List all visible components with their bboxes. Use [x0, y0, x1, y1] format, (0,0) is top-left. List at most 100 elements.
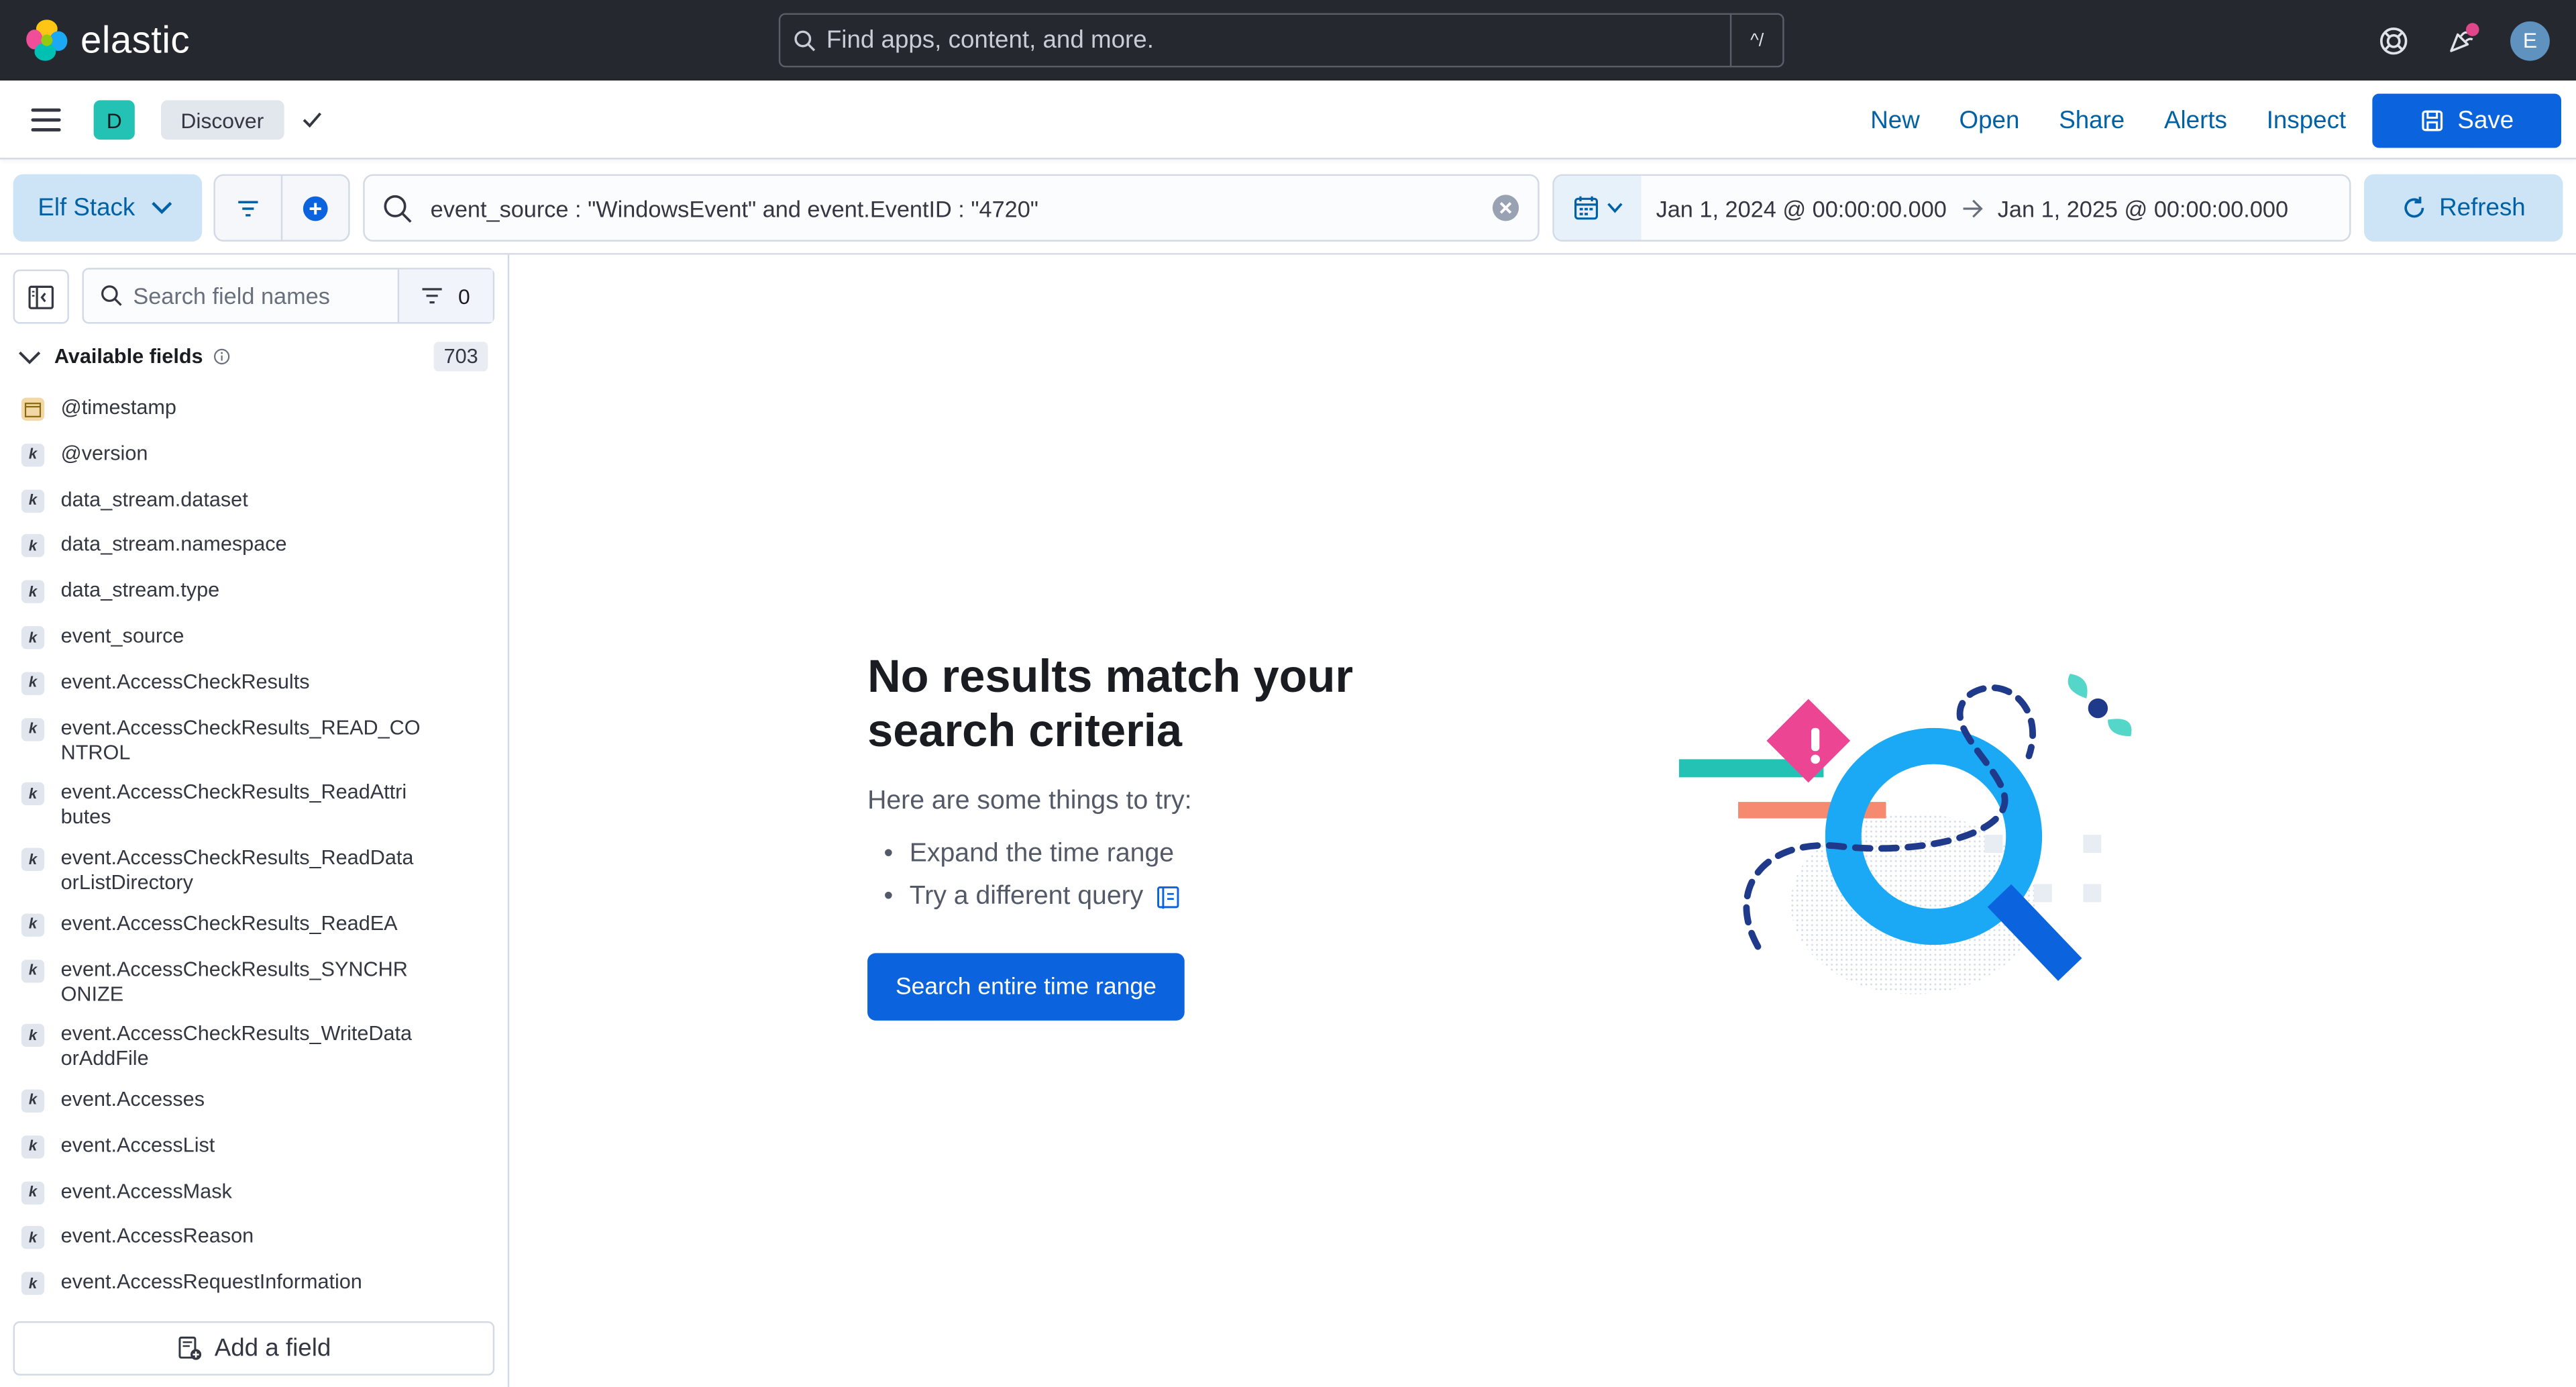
chevron-down-icon: [152, 201, 172, 215]
elastic-logo[interactable]: elastic: [26, 18, 190, 62]
field-name-line: orListDirectory: [60, 870, 193, 894]
keyword-type-icon: k: [21, 534, 45, 558]
field-sidebar: Search field names 0 Available fields 70…: [0, 254, 510, 1387]
breadcrumb[interactable]: Discover: [161, 100, 284, 140]
notification-dot: [2465, 22, 2479, 36]
field-name-line: orAddFile: [60, 1047, 149, 1070]
field-list-item[interactable]: k event.AccessCheckResults_ReadAttri butes: [0, 776, 493, 841]
add-field-button[interactable]: Add a field: [13, 1321, 495, 1376]
field-list-item[interactable]: k event.AccessList: [0, 1129, 493, 1174]
field-name-line: event.AccessCheckResults_SYNCHR: [60, 957, 408, 980]
inspect-link[interactable]: Inspect: [2267, 106, 2346, 134]
menu-icon[interactable]: [31, 108, 61, 132]
app-bar: D Discover New Open Share Alerts Inspect…: [0, 81, 2576, 160]
field-list-item[interactable]: k @version: [0, 437, 493, 482]
search-entire-range-button[interactable]: Search entire time range: [867, 953, 1185, 1021]
query-text: event_source : "WindowsEvent" and event.…: [430, 195, 1038, 221]
keyword-type-icon: k: [21, 626, 45, 650]
field-list-item[interactable]: k event.AccessCheckResults_ReadData orList…: [0, 841, 493, 907]
suggestion-item: Expand the time range: [884, 833, 1180, 876]
global-header: elastic Find apps, content, and more. ^/…: [0, 0, 2576, 81]
search-icon: [794, 30, 816, 51]
add-field-icon: [178, 1336, 201, 1360]
keyword-type-icon: k: [21, 1272, 45, 1296]
query-bar: Elf Stack event_source : "WindowsEvent" …: [0, 160, 2576, 255]
field-list-item[interactable]: k event_source: [0, 619, 493, 665]
open-link[interactable]: Open: [1960, 106, 2020, 134]
search-icon: [101, 285, 122, 306]
field-list-item[interactable]: @timestamp: [0, 391, 493, 437]
end-date[interactable]: Jan 1, 2025 @ 00:00:00.000: [1998, 195, 2288, 221]
brand-name: elastic: [80, 17, 191, 61]
save-button[interactable]: Save: [2372, 93, 2561, 148]
checkmark-icon: [303, 112, 322, 128]
start-date[interactable]: Jan 1, 2024 @ 00:00:00.000: [1656, 195, 1947, 221]
field-search-input[interactable]: Search field names 0: [82, 268, 495, 324]
help-icon[interactable]: [2375, 22, 2412, 58]
available-fields-header[interactable]: Available fields 703: [18, 340, 494, 373]
field-list-item[interactable]: k event.AccessCheckResults_WriteData orAdd…: [0, 1017, 493, 1082]
field-name: @timestamp: [60, 396, 176, 419]
keyword-type-icon: k: [21, 1180, 45, 1204]
field-name: data_stream.type: [60, 578, 220, 602]
add-field-label: Add a field: [214, 1334, 331, 1363]
date-type-icon: [21, 397, 45, 421]
keyword-type-icon: k: [21, 847, 45, 871]
keyword-type-icon: k: [21, 1024, 45, 1047]
field-list-item[interactable]: k data_stream.namespace: [0, 528, 493, 574]
global-search-input[interactable]: Find apps, content, and more. ^/: [778, 13, 1784, 68]
refresh-button[interactable]: Refresh: [2364, 174, 2563, 242]
field-name-line: event.AccessCheckResults_ReadData: [60, 846, 414, 870]
empty-state-title: No results match your search criteria: [867, 650, 1354, 756]
keyword-type-icon: k: [21, 717, 45, 741]
keyword-type-icon: k: [21, 672, 45, 695]
field-list-item[interactable]: k data_stream.dataset: [0, 482, 493, 528]
field-list-item[interactable]: k event.Accesses: [0, 1083, 493, 1129]
clear-icon[interactable]: [1492, 194, 1520, 222]
alerts-link[interactable]: Alerts: [2164, 106, 2227, 134]
space-avatar[interactable]: D: [93, 100, 135, 140]
field-name: data_stream.dataset: [60, 487, 248, 511]
field-list-item[interactable]: k event.AccessMask: [0, 1174, 493, 1220]
chevron-down-icon: [19, 350, 41, 364]
field-name: @version: [60, 442, 148, 465]
keyword-type-icon: k: [21, 782, 45, 806]
field-list-item[interactable]: k event.AccessReason: [0, 1220, 493, 1266]
field-name: event.AccessList: [60, 1133, 215, 1157]
field-list-item[interactable]: k event.AccessCheckResults_ReadEA: [0, 907, 493, 952]
new-link[interactable]: New: [1870, 106, 1920, 134]
query-input[interactable]: event_source : "WindowsEvent" and event.…: [363, 174, 1540, 242]
documentation-icon[interactable]: [1157, 885, 1179, 910]
field-list-item[interactable]: k event.AccessCheckResults_READ_CO NTROL: [0, 711, 493, 776]
field-list-item[interactable]: k event.AccessCheckResults: [0, 665, 493, 711]
search-icon: [384, 194, 412, 222]
field-name-line: event.AccessCheckResults_WriteData: [60, 1022, 413, 1046]
chevron-down-icon: [1606, 203, 1622, 213]
field-name-line: NTROL: [60, 740, 131, 764]
available-fields-count: 703: [433, 342, 488, 372]
filter-count: 0: [458, 283, 470, 309]
user-avatar[interactable]: E: [2510, 20, 2550, 60]
quick-date-menu[interactable]: [1554, 176, 1642, 240]
field-list-item[interactable]: k data_stream.type: [0, 574, 493, 619]
field-list-item[interactable]: k event.AccessCheckResults_SYNCHR ONIZE: [0, 952, 493, 1017]
field-name: event.AccessCheckResults_ReadAttri butes: [61, 776, 493, 831]
global-search-placeholder: Find apps, content, and more.: [826, 26, 1154, 54]
data-view-picker[interactable]: Elf Stack: [13, 174, 203, 242]
filter-icon: [238, 200, 258, 216]
empty-state-subtitle: Here are some things to try:: [867, 787, 1192, 815]
filter-menu-button[interactable]: [215, 176, 283, 240]
collapse-sidebar-button[interactable]: [13, 269, 69, 324]
info-icon: [213, 348, 229, 365]
field-name: event.AccessCheckResults_SYNCHR ONIZE: [61, 952, 493, 1007]
date-picker: Jan 1, 2024 @ 00:00:00.000 Jan 1, 2025 @…: [1552, 174, 2351, 242]
field-type-filter-button[interactable]: 0: [397, 269, 493, 323]
filter-icon: [422, 288, 442, 304]
news-feed-icon[interactable]: [2443, 22, 2479, 58]
share-link[interactable]: Share: [2059, 106, 2125, 134]
keyboard-shortcut-hint: ^/: [1729, 15, 1782, 66]
arrow-right-icon: [1963, 199, 1983, 217]
add-filter-button[interactable]: [282, 176, 348, 240]
field-name: event.AccessCheckResults_ReadEA: [60, 911, 398, 935]
field-list-item[interactable]: k event.AccessRequestInformation: [0, 1266, 493, 1311]
